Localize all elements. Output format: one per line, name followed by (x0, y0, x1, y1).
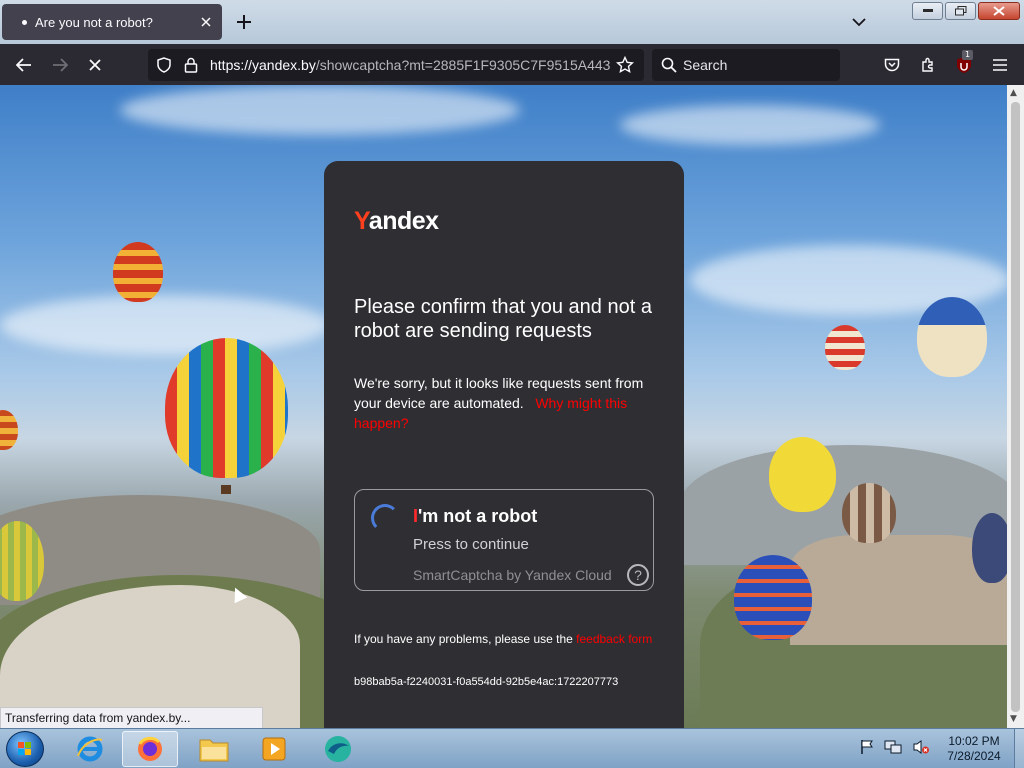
stop-icon[interactable] (84, 54, 106, 76)
forward-icon[interactable] (49, 54, 71, 76)
checkbox-label: I'm not a robot (413, 506, 537, 527)
minimize-icon[interactable] (912, 2, 943, 20)
windows-taskbar: 10:02 PM 7/28/2024 (0, 728, 1024, 768)
media-player-icon[interactable] (246, 731, 302, 767)
checkbox-label-rest: 'm not a robot (418, 506, 538, 526)
search-icon (661, 57, 677, 77)
window-close-icon[interactable] (978, 2, 1020, 20)
network-icon[interactable] (884, 739, 902, 759)
scrollbar-thumb[interactable] (1011, 102, 1020, 712)
hot-air-balloon (165, 338, 288, 478)
tracking-shield-icon[interactable] (156, 57, 172, 77)
hot-air-balloon (972, 513, 1007, 583)
tab-title: Are you not a robot? (35, 14, 153, 30)
internet-explorer-icon[interactable] (62, 731, 118, 767)
nav-toolbar: https://yandex.by/showcaptcha?mt=2885F1F… (0, 44, 1024, 85)
loading-dot-icon (22, 19, 27, 25)
yandex-logo-y: Y (354, 207, 369, 235)
url-path: /showcaptcha?mt=2885F1F9305C7F9515A443 (315, 57, 610, 73)
page-title: Please confirm that you and not a robot … (354, 296, 652, 342)
tab-strip: Are you not a robot? (0, 0, 1024, 44)
tab-active[interactable]: Are you not a robot? (2, 4, 222, 40)
hot-air-balloon (113, 242, 163, 302)
volume-muted-icon[interactable] (912, 739, 930, 759)
request-id: b98bab5a-f2240031-f0a554dd-92b5e4ac:1722… (354, 676, 619, 688)
bookmark-star-icon[interactable] (615, 55, 635, 78)
menu-icon[interactable] (989, 54, 1011, 76)
action-center-flag-icon[interactable] (860, 739, 874, 759)
scroll-up-icon[interactable]: ▲ (1010, 88, 1017, 98)
hot-air-balloon (0, 410, 18, 450)
clock-date: 7/28/2024 (947, 749, 1001, 763)
url-text[interactable]: https://yandex.by/showcaptcha?mt=2885F1F… (210, 57, 610, 73)
yandex-logo-rest: andex (368, 207, 439, 235)
system-tray (860, 739, 930, 759)
background-cloud (620, 105, 880, 145)
list-all-tabs-icon[interactable] (852, 12, 874, 32)
restore-icon[interactable] (945, 2, 976, 20)
background-cloud (0, 295, 330, 355)
press-to-continue: Press to continue (413, 536, 529, 553)
window-controls (912, 2, 1020, 20)
tab-close-icon[interactable] (198, 14, 214, 30)
yandex-logo[interactable]: Yandex (354, 207, 439, 236)
url-domain: https://yandex.by (210, 57, 316, 73)
hot-air-balloon (917, 297, 987, 377)
show-desktop-button[interactable] (1014, 729, 1024, 768)
search-placeholder: Search (683, 57, 728, 73)
hot-air-balloon (734, 555, 812, 640)
vertical-scrollbar[interactable]: ▲ ▼ (1007, 85, 1024, 728)
problems-note: If you have any problems, please use the… (354, 631, 654, 647)
captcha-provider: SmartCaptcha by Yandex Cloud (413, 567, 612, 583)
address-bar[interactable]: https://yandex.by/showcaptcha?mt=2885F1F… (148, 49, 644, 81)
back-icon[interactable] (13, 54, 35, 76)
scroll-down-icon[interactable]: ▼ (1010, 714, 1017, 724)
captcha-description: We're sorry, but it looks like requests … (354, 373, 664, 433)
status-bar: Transferring data from yandex.by... (0, 707, 263, 729)
feedback-link[interactable]: feedback form (576, 632, 652, 646)
loading-spinner-icon (371, 504, 399, 532)
background-cloud (120, 85, 520, 135)
search-bar[interactable]: Search (652, 49, 840, 81)
hot-air-balloon (825, 325, 865, 370)
system-clock[interactable]: 10:02 PM 7/28/2024 (936, 734, 1012, 764)
page-viewport: Yandex Please confirm that you and not a… (0, 85, 1007, 728)
hot-air-balloon (769, 437, 836, 512)
clock-time: 10:02 PM (948, 734, 1000, 748)
problems-text: If you have any problems, please use the (354, 632, 573, 646)
firefox-icon[interactable] (122, 731, 178, 767)
start-button[interactable] (6, 731, 44, 767)
help-icon[interactable]: ? (627, 564, 649, 586)
lock-icon[interactable] (184, 57, 198, 77)
not-robot-checkbox[interactable]: I'm not a robot Press to continue SmartC… (354, 489, 654, 591)
pocket-icon[interactable] (881, 54, 903, 76)
extensions-icon[interactable] (917, 54, 939, 76)
hot-air-balloon (842, 483, 896, 543)
new-tab-icon[interactable] (234, 12, 254, 32)
browser-app-icon[interactable] (310, 731, 366, 767)
file-explorer-icon[interactable] (186, 731, 242, 767)
balloon-basket (221, 485, 231, 494)
captcha-card: Yandex Please confirm that you and not a… (324, 161, 684, 728)
extension-badge: 1 (962, 50, 974, 60)
